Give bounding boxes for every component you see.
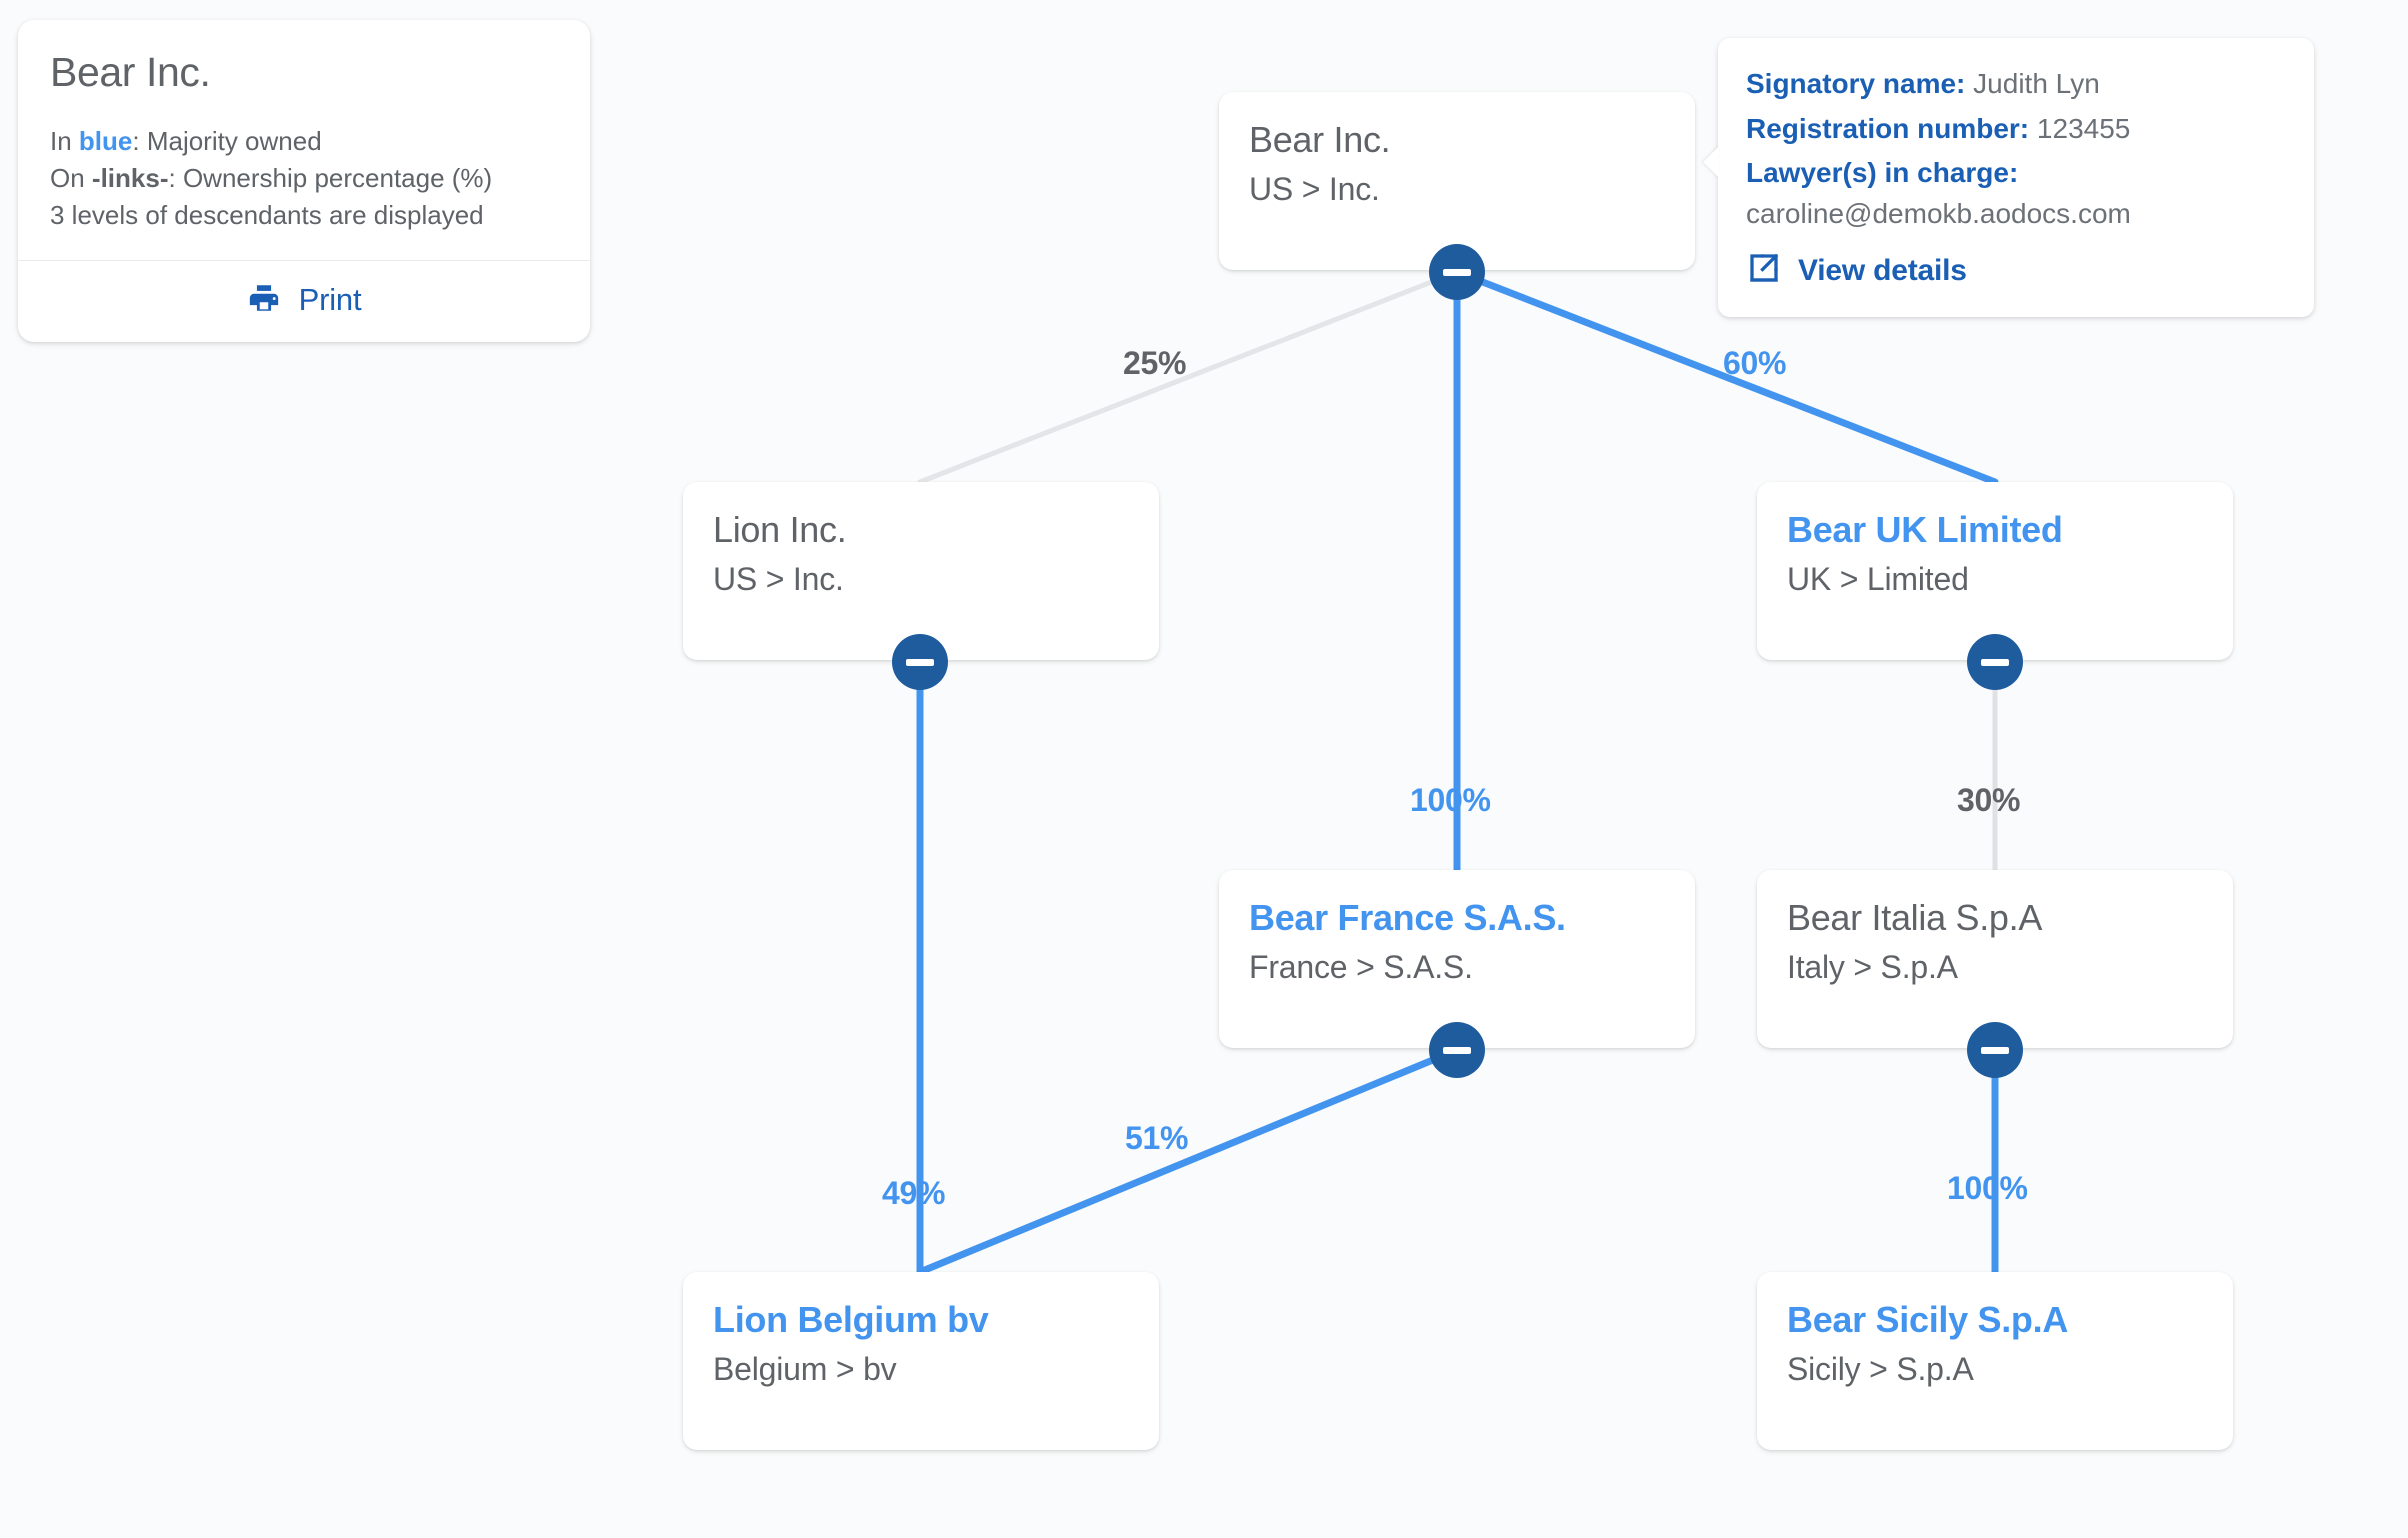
legend-line-ownership: On -links-: Ownership percentage (%) <box>50 160 558 197</box>
org-chart-canvas[interactable]: 25% 60% 100% 30% 49% 51% 100% Bear Inc. … <box>0 0 2408 1538</box>
edge-label-100-france: 100% <box>1410 782 1491 818</box>
info-key-signatory: Signatory name: <box>1746 68 1966 99</box>
node-title-lion-belgium: Lion Belgium bv <box>713 1299 989 1340</box>
node-bear-sicily[interactable]: Bear Sicily S.p.A Sicily > S.p.A <box>1757 1272 2233 1450</box>
legend-line1-suffix: : Majority owned <box>132 126 322 157</box>
printer-icon <box>247 281 281 320</box>
node-title-bear-italia: Bear Italia S.p.A <box>1787 897 2043 938</box>
node-subtitle-bear-sicily: Sicily > S.p.A <box>1787 1351 1974 1388</box>
info-value-signatory: Judith Lyn <box>1973 68 2100 99</box>
edge-label-25: 25% <box>1123 345 1187 381</box>
view-details-label: View details <box>1798 253 1967 287</box>
edge-label-100-sicily: 100% <box>1947 1170 2028 1206</box>
edge-label-60: 60% <box>1723 345 1787 381</box>
info-row-signatory: Signatory name: Judith Lyn <box>1746 64 2284 105</box>
company-info-panel: Signatory name: Judith Lyn Registration … <box>1703 38 2314 318</box>
minus-icon <box>906 658 934 666</box>
node-title-bear-inc: Bear Inc. <box>1249 119 1391 160</box>
node-subtitle-bear-inc: US > Inc. <box>1249 171 1380 208</box>
print-label: Print <box>298 282 362 318</box>
edge-bear-inc-lion-inc <box>917 269 1460 485</box>
collapse-toggle-lion-inc[interactable] <box>892 634 948 690</box>
legend-card: Bear Inc. In blue: Majority owned On -li… <box>18 20 590 342</box>
collapse-toggle-bear-italia[interactable] <box>1967 1022 2023 1078</box>
node-subtitle-lion-belgium: Belgium > bv <box>713 1351 897 1388</box>
legend-title: Bear Inc. <box>50 49 211 95</box>
collapse-toggle-bear-inc[interactable] <box>1429 244 1485 300</box>
legend-line-levels: 3 levels of descendants are displayed <box>50 199 484 230</box>
edge-label-30: 30% <box>1957 782 2021 818</box>
info-key-registration: Registration number: <box>1746 112 2030 144</box>
legend-line-majority: In blue: Majority owned <box>50 123 558 160</box>
external-link-icon <box>1746 250 1782 291</box>
legend-body: Bear Inc. In blue: Majority owned On -li… <box>18 20 590 260</box>
legend-line2-highlight: -links- <box>91 163 169 193</box>
collapse-toggle-bear-uk-limited[interactable] <box>1967 634 2023 690</box>
legend-line1-highlight: blue <box>78 126 133 157</box>
print-button[interactable]: Print <box>18 261 590 342</box>
node-title-bear-sicily: Bear Sicily S.p.A <box>1787 1299 2069 1340</box>
minus-icon <box>1443 1046 1471 1054</box>
node-title-bear-france: Bear France S.A.S. <box>1249 897 1566 938</box>
edge-bear-france-lion-belgium <box>916 1046 1461 1276</box>
edge-label-51: 51% <box>1125 1120 1189 1156</box>
tooltip-arrow <box>1703 146 1719 178</box>
node-subtitle-bear-france: France > S.A.S. <box>1249 949 1473 986</box>
node-title-bear-uk-limited: Bear UK Limited <box>1787 509 2063 550</box>
info-key-lawyers: Lawyer(s) in charge: <box>1746 157 2019 189</box>
info-value-registration: 123455 <box>2036 112 2131 144</box>
collapse-toggle-bear-france[interactable] <box>1429 1022 1485 1078</box>
node-lion-belgium[interactable]: Lion Belgium bv Belgium > bv <box>683 1272 1159 1450</box>
minus-icon <box>1981 1046 2009 1054</box>
node-subtitle-bear-uk-limited: UK > Limited <box>1787 561 1969 598</box>
info-row-lawyers: Lawyer(s) in charge: caroline@demokb.aod… <box>1746 153 2284 234</box>
node-title-lion-inc: Lion Inc. <box>713 509 847 550</box>
legend-line1-prefix: In <box>50 126 79 157</box>
minus-icon <box>1981 658 2009 666</box>
info-row-registration: Registration number: 123455 <box>1746 109 2284 150</box>
minus-icon <box>1443 268 1471 276</box>
view-details-button[interactable]: View details <box>1746 250 2284 291</box>
legend-line2-prefix: On <box>50 163 92 193</box>
edge-label-49: 49% <box>882 1175 946 1211</box>
node-subtitle-lion-inc: US > Inc. <box>713 561 844 598</box>
legend-line2-suffix: : Ownership percentage (%) <box>168 163 493 193</box>
node-subtitle-bear-italia: Italy > S.p.A <box>1787 949 1958 986</box>
info-value-lawyers: caroline@demokb.aodocs.com <box>1746 197 2131 229</box>
